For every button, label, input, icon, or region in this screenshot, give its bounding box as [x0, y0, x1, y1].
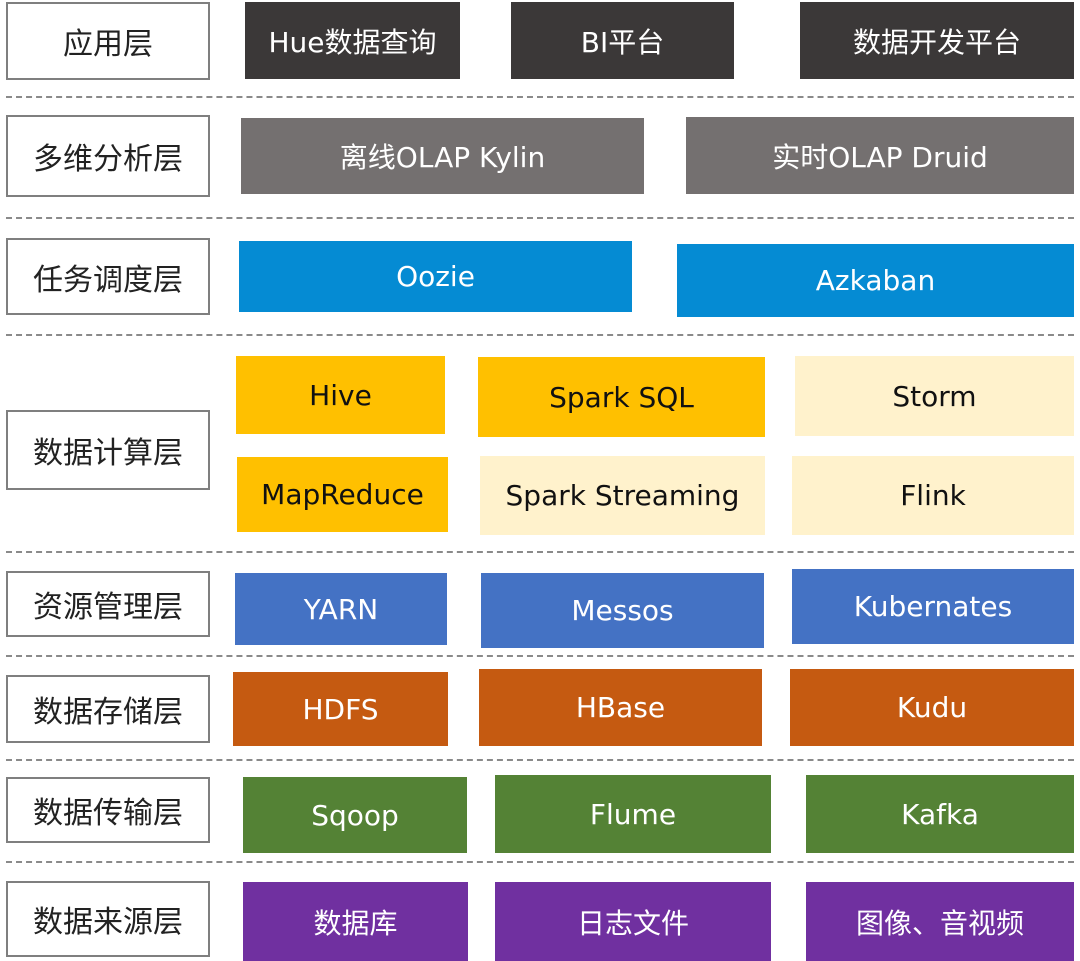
layer-separator [6, 861, 1074, 863]
component-hive: Hive [236, 356, 445, 434]
component-azkaban: Azkaban [677, 244, 1074, 317]
component-image-audio-video: 图像、音视频 [806, 882, 1074, 961]
component-kafka: Kafka [806, 775, 1074, 853]
layer-label-scheduling: 任务调度层 [6, 238, 210, 315]
layer-label-compute: 数据计算层 [6, 410, 210, 490]
component-flume: Flume [495, 775, 771, 853]
component-kudu: Kudu [790, 669, 1074, 746]
layer-separator [6, 551, 1074, 553]
component-kubernates: Kubernates [792, 569, 1074, 644]
component-kylin: 离线OLAP Kylin [241, 118, 644, 194]
component-spark-streaming: Spark Streaming [480, 456, 765, 535]
component-mapreduce: MapReduce [237, 457, 448, 532]
component-yarn: YARN [235, 573, 447, 645]
component-messos: Messos [481, 573, 764, 648]
component-hdfs: HDFS [233, 672, 448, 746]
component-data-dev-platform: 数据开发平台 [800, 2, 1074, 79]
component-hbase: HBase [479, 669, 762, 746]
component-hue: Hue数据查询 [245, 2, 460, 79]
layer-label-storage: 数据存储层 [6, 675, 210, 743]
component-druid: 实时OLAP Druid [686, 117, 1074, 194]
component-oozie: Oozie [239, 241, 632, 312]
layer-label-transport: 数据传输层 [6, 777, 210, 843]
layer-separator [6, 96, 1074, 98]
component-storm: Storm [795, 356, 1074, 436]
component-sqoop: Sqoop [243, 777, 467, 853]
layer-separator [6, 655, 1074, 657]
component-bi-platform: BI平台 [511, 2, 734, 79]
layer-separator [6, 217, 1074, 219]
layer-label-source: 数据来源层 [6, 881, 210, 957]
layer-label-olap: 多维分析层 [6, 115, 210, 197]
component-log-files: 日志文件 [495, 882, 771, 961]
layer-separator [6, 334, 1074, 336]
component-database: 数据库 [243, 882, 468, 961]
component-spark-sql: Spark SQL [478, 357, 765, 437]
layer-label-application: 应用层 [6, 2, 210, 80]
layer-separator [6, 759, 1074, 761]
layer-label-resource: 资源管理层 [6, 571, 210, 637]
component-flink: Flink [792, 456, 1074, 535]
